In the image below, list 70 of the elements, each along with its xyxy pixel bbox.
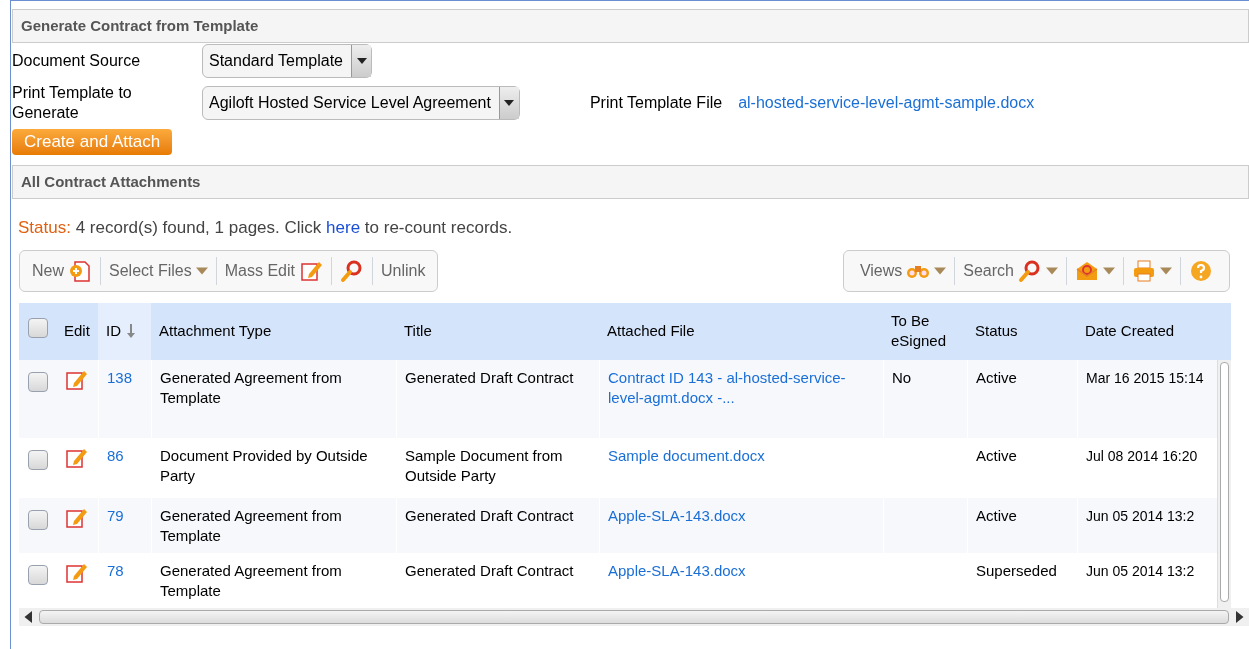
- caret-icon: [504, 100, 515, 106]
- table-cell-text: Active: [976, 505, 1018, 526]
- caret-icon: [934, 266, 947, 275]
- dropdown-select[interactable]: Agiloft Hosted Service Level Agreement: [202, 86, 520, 120]
- toolbar-button[interactable]: Views: [851, 256, 955, 285]
- checkbox[interactable]: [27, 449, 48, 470]
- file-link[interactable]: Apple-SLA-143.docx: [608, 560, 875, 581]
- field-label: Print Template File: [589, 93, 723, 113]
- table-cell-text: Generated Agreement from Template: [160, 367, 343, 408]
- table-cell-text: Mar 16 2015 15:14: [1086, 368, 1205, 388]
- section-header: All Contract Attachments: [12, 165, 1249, 199]
- table-cell-text: Generated Draft Contract: [405, 505, 575, 526]
- status-message: Status: 4 record(s) found, 1 pages. Click here to re-count records.: [18, 217, 514, 239]
- vertical-scrollbar[interactable]: [1217, 359, 1231, 608]
- table-cell-text: Active: [976, 367, 1018, 388]
- checkbox[interactable]: [27, 371, 48, 392]
- column-header[interactable]: Date Created: [1077, 302, 1216, 360]
- column-header[interactable]: Status: [967, 302, 1077, 360]
- scroll-left-icon[interactable]: [23, 610, 35, 623]
- toolbar-button[interactable]: Unlink: [372, 256, 434, 285]
- caret-icon: [356, 58, 367, 64]
- search-icon: [339, 258, 364, 283]
- field-label: Print Template to Generate: [12, 83, 133, 123]
- table-cell-text: Generated Agreement from Template: [160, 560, 343, 601]
- scroll-right-icon[interactable]: [1233, 610, 1245, 623]
- id-link[interactable]: 138: [107, 367, 143, 388]
- table-cell-text: Sample Document from Outside Party: [405, 445, 564, 486]
- sort-arrow-icon: [125, 323, 137, 339]
- table-cell-text: Active: [976, 445, 1018, 466]
- caret-icon: [1103, 266, 1115, 275]
- id-link[interactable]: 79: [107, 505, 143, 526]
- checkbox[interactable]: [27, 317, 48, 338]
- table-cell-text: Superseded: [976, 560, 1058, 581]
- caret-icon: [1046, 266, 1058, 275]
- search-icon: [1018, 258, 1042, 283]
- table-cell-text: Generated Draft Contract: [405, 367, 575, 388]
- file-link[interactable]: Apple-SLA-143.docx: [608, 505, 875, 526]
- caret-icon: [195, 266, 208, 275]
- file-link[interactable]: Contract ID 143 - al-hosted-service-level-agmt.docx -...: [608, 367, 875, 408]
- column-header[interactable]: ID: [98, 302, 151, 360]
- toolbar-button[interactable]: New: [24, 256, 100, 285]
- table-cell-text: Jul 08 2014 16:20: [1086, 446, 1199, 466]
- table-cell-text: Jun 05 2014 13:2: [1086, 506, 1196, 526]
- new-document-icon: [68, 258, 92, 283]
- section-header: Generate Contract from Template: [12, 9, 1249, 43]
- toolbar-button[interactable]: Mass Edit: [216, 256, 331, 285]
- toolbar-button[interactable]: Search: [955, 256, 1066, 285]
- table-cell-text: Generated Agreement from Template: [160, 505, 343, 546]
- id-link[interactable]: 78: [107, 560, 143, 581]
- recount-link[interactable]: here: [326, 218, 361, 237]
- table-cell-text: Jun 05 2014 13:2: [1086, 561, 1196, 581]
- toolbar-button[interactable]: Select Files: [101, 256, 216, 285]
- table-cell-text: No: [892, 367, 913, 388]
- id-link[interactable]: 86: [107, 445, 143, 466]
- checkbox[interactable]: [27, 564, 48, 585]
- column-header[interactable]: To Be eSigned: [883, 302, 967, 360]
- file-link[interactable]: al-hosted-service-level-agmt-sample.docx: [738, 91, 1035, 115]
- checkbox[interactable]: [27, 509, 48, 530]
- help-icon: [1189, 258, 1213, 283]
- file-link[interactable]: Sample document.docx: [608, 445, 875, 466]
- column-header[interactable]: Attachment Type: [151, 302, 396, 360]
- field-label: Document Source: [12, 51, 142, 71]
- table-cell-text: Document Provided by Outside Party: [160, 445, 369, 486]
- column-header[interactable]: Edit: [56, 302, 98, 360]
- printer-icon: [1132, 258, 1156, 283]
- table-cell-text: Generated Draft Contract: [405, 560, 575, 581]
- caret-icon: [1160, 266, 1172, 275]
- dropdown-select[interactable]: Standard Template: [202, 44, 372, 78]
- column-header[interactable]: Title: [396, 302, 599, 360]
- column-header[interactable]: Attached File: [599, 302, 883, 360]
